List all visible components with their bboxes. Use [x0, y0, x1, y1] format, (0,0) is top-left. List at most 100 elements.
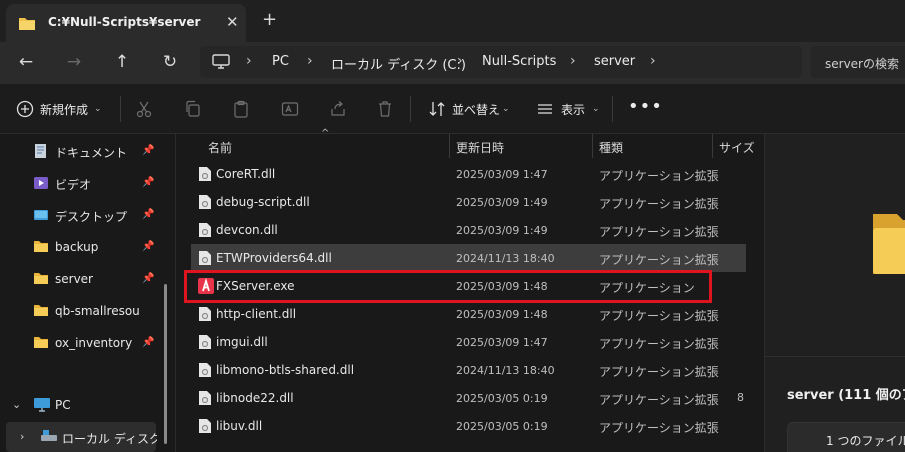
desktop-icon — [34, 210, 48, 220]
dll-file-icon — [199, 307, 211, 321]
table-row[interactable]: imgui.dll 2025/03/09 1:47 アプリケーション拡張 — [191, 328, 746, 356]
folder-icon — [34, 273, 48, 284]
tab-server[interactable]: C:¥Null-Scripts¥server ✕ — [6, 4, 246, 42]
folder-icon — [34, 241, 48, 252]
up-arrow-icon[interactable]: ↑ — [112, 52, 132, 72]
sidebar-item-server[interactable]: server 📌 — [0, 264, 172, 294]
column-divider[interactable] — [712, 134, 713, 158]
sidebar-item-desktop[interactable]: デスクトップ 📌 — [0, 200, 172, 230]
selection-info-card: 1 つのファイルを — [787, 422, 905, 452]
sidebar-scrollbar[interactable] — [164, 284, 167, 444]
pin-icon[interactable]: 📌 — [142, 337, 154, 348]
table-row[interactable]: libnode22.dll 2025/03/05 0:19 アプリケーション拡張… — [191, 384, 746, 412]
dll-file-icon — [199, 251, 211, 265]
breadcrumb-separator-icon: › — [650, 53, 656, 69]
table-row[interactable]: CoreRT.dll 2025/03/09 1:47 アプリケーション拡張 — [191, 160, 746, 188]
folder-icon — [873, 214, 905, 274]
new-button[interactable]: 新規作成 — [40, 101, 88, 118]
breadcrumb-pc[interactable]: PC — [272, 54, 289, 69]
drive-icon — [41, 430, 57, 441]
chevron-down-icon[interactable]: ⌄ — [94, 104, 102, 114]
column-divider[interactable] — [592, 134, 593, 158]
navigation-pane: ドキュメント 📌 ビデオ 📌 デスクトップ 📌 backup 📌 server — [0, 134, 172, 452]
sidebar-item-videos[interactable]: ビデオ 📌 — [0, 168, 172, 198]
command-bar: 新規作成 ⌄ 並べ替え ⌄ 表示 ⌄ ••• — [0, 84, 905, 134]
table-row[interactable]: debug-script.dll 2025/03/09 1:49 アプリケーショ… — [191, 188, 746, 216]
chevron-down-icon[interactable]: ⌄ — [592, 104, 600, 114]
details-title: server (111 個のア — [787, 388, 905, 403]
search-input[interactable]: serverの検索 — [811, 46, 905, 78]
video-icon — [34, 177, 48, 189]
sidebar-item-pc[interactable]: ⌄ PC — [0, 390, 172, 420]
chevron-right-icon[interactable]: › — [20, 430, 24, 443]
address-bar[interactable]: › PC › ローカル ディスク (C:) › Null-Scripts › s… — [200, 46, 802, 78]
table-row[interactable]: devcon.dll 2025/03/09 1:49 アプリケーション拡張 — [191, 216, 746, 244]
details-divider — [765, 356, 905, 357]
search-placeholder: serverの検索 — [825, 57, 899, 71]
delete-icon[interactable] — [376, 100, 394, 118]
column-divider[interactable] — [449, 134, 450, 158]
sidebar-item-ox-inventory[interactable]: ox_inventory 📌 — [0, 328, 172, 358]
toolbar-divider — [410, 96, 411, 122]
sidebar-item-qb-smallresources[interactable]: qb-smallresources — [0, 296, 172, 326]
sort-icon[interactable] — [428, 100, 446, 118]
add-circle-icon[interactable] — [16, 100, 34, 118]
details-pane: server (111 個のア 1 つのファイルを — [764, 134, 905, 452]
document-icon — [35, 144, 46, 158]
breadcrumb-separator-icon: › — [246, 53, 252, 69]
chevron-down-icon[interactable]: ⌄ — [12, 398, 21, 411]
toolbar-divider — [120, 96, 121, 122]
column-name[interactable]: 名前 — [208, 139, 232, 156]
pin-icon[interactable]: 📌 — [142, 209, 154, 220]
chevron-down-icon[interactable]: ⌄ — [502, 104, 510, 114]
cut-icon[interactable] — [135, 100, 153, 118]
file-list: ^ 名前 更新日時 種類 サイズ CoreRT.dll 2025/03/09 1… — [175, 128, 763, 452]
pin-icon[interactable]: 📌 — [142, 145, 154, 156]
column-size[interactable]: サイズ — [719, 139, 759, 156]
dll-file-icon — [199, 363, 211, 377]
dll-file-icon — [199, 335, 211, 349]
pin-icon[interactable]: 📌 — [142, 273, 154, 284]
column-date[interactable]: 更新日時 — [456, 139, 504, 156]
share-icon[interactable] — [329, 100, 347, 118]
monitor-icon — [212, 54, 230, 69]
breadcrumb-null-scripts[interactable]: Null-Scripts — [482, 54, 556, 69]
close-tab-icon[interactable]: ✕ — [226, 13, 239, 31]
sort-caret-icon: ^ — [321, 128, 330, 139]
table-row[interactable]: libuv.dll 2025/03/05 0:19 アプリケーション拡張 — [191, 412, 746, 440]
dll-file-icon — [199, 223, 211, 237]
more-options-button[interactable]: ••• — [628, 96, 663, 117]
dll-file-icon — [199, 391, 211, 405]
paste-icon[interactable] — [232, 100, 250, 118]
selection-info-text: 1 つのファイルを — [826, 434, 905, 448]
sort-button[interactable]: 並べ替え — [452, 101, 500, 118]
breadcrumb-drive[interactable]: ローカル ディスク (C:) — [331, 54, 466, 73]
dll-file-icon — [199, 419, 211, 433]
highlight-box — [184, 270, 712, 303]
pin-icon[interactable]: 📌 — [142, 241, 154, 252]
copy-icon[interactable] — [184, 100, 202, 118]
view-button[interactable]: 表示 — [561, 101, 585, 118]
breadcrumb-server[interactable]: server — [594, 54, 635, 69]
table-row[interactable]: libmono-btls-shared.dll 2024/11/13 18:40… — [191, 356, 746, 384]
sidebar-item-drive[interactable]: › ローカル ディスク (C:) — [0, 422, 172, 452]
sidebar-item-documents[interactable]: ドキュメント 📌 — [0, 136, 172, 166]
folder-icon — [19, 18, 35, 30]
rename-icon[interactable] — [281, 100, 299, 118]
breadcrumb-separator-icon: › — [307, 53, 313, 69]
navigation-bar: ← → ↑ ↻ › PC › ローカル ディスク (C:) › Null-Scr… — [0, 42, 905, 84]
view-icon[interactable] — [536, 100, 554, 118]
title-bar: C:¥Null-Scripts¥server ✕ + — [0, 0, 905, 42]
sidebar-item-backup[interactable]: backup 📌 — [0, 232, 172, 262]
pin-icon[interactable]: 📌 — [142, 177, 154, 188]
dll-file-icon — [199, 195, 211, 209]
table-row-hovered[interactable]: ETWProviders64.dll 2024/11/13 18:40 アプリケ… — [191, 244, 746, 272]
new-tab-button[interactable]: + — [262, 11, 277, 29]
monitor-icon — [34, 398, 50, 412]
forward-arrow-icon[interactable]: → — [64, 52, 84, 72]
table-row[interactable]: http-client.dll 2025/03/09 1:48 アプリケーション… — [191, 300, 746, 328]
tab-title: C:¥Null-Scripts¥server — [48, 15, 201, 29]
column-type[interactable]: 種類 — [599, 139, 623, 156]
back-arrow-icon[interactable]: ← — [16, 52, 36, 72]
refresh-icon[interactable]: ↻ — [160, 52, 180, 72]
